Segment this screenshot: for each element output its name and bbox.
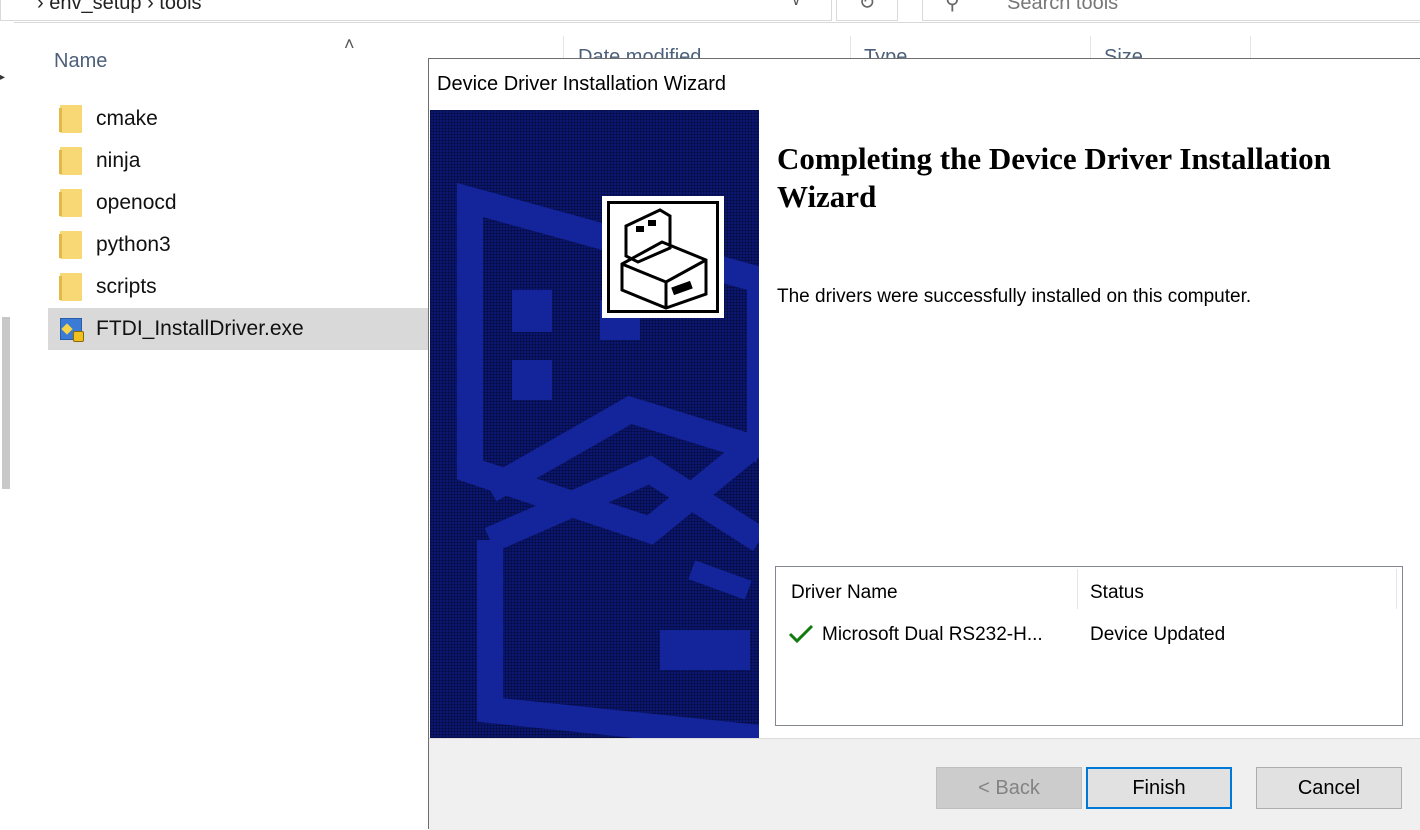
search-input[interactable]: ⚲ Search tools [922,0,1420,21]
file-name: openocd [96,191,177,214]
file-name: FTDI_InstallDriver.exe [96,317,304,340]
refresh-button[interactable]: ↻ [836,0,898,21]
column-header-status[interactable]: Status [1090,582,1144,604]
column-header-name-label: Name [54,50,108,72]
table-row[interactable]: Microsoft Dual RS232-H... Device Updated [776,619,1402,653]
hardware-driver-icon [602,196,724,318]
search-placeholder: Search tools [1007,0,1119,14]
file-row-ninja[interactable]: ninja [48,140,428,182]
file-row-python3[interactable]: python3 [48,224,428,266]
wizard-heading: Completing the Device Driver Installatio… [777,141,1331,214]
driver-status-cell: Device Updated [1090,624,1226,645]
wizard-banner [430,110,759,738]
navigation-pane[interactable]: ▸ [0,22,14,828]
refresh-icon: ↻ [858,0,876,14]
file-row-scripts[interactable]: scripts [48,266,428,308]
address-bar[interactable]: › env_setup › tools ∨ [0,0,832,21]
wizard-footer: < Back Finish Cancel [429,738,1420,830]
dialog-titlebar[interactable]: Device Driver Installation Wizard [429,59,1420,109]
wizard-message: The drivers were successfully installed … [777,286,1252,307]
sort-ascending-icon: ˄ [344,34,355,54]
driver-status-table[interactable]: Driver Name Status Microsoft Dual RS232-… [775,566,1403,726]
installer-icon [60,318,84,342]
file-name: scripts [96,275,157,298]
file-name: ninja [96,149,141,172]
chevron-down-icon[interactable]: ∨ [791,0,801,9]
driver-install-wizard-dialog: Device Driver Installation Wizard Comple… [428,58,1420,830]
wizard-content: Completing the Device Driver Installatio… [759,110,1420,738]
column-divider[interactable] [1396,569,1397,609]
back-button[interactable]: < Back [936,767,1082,809]
navigation-pane-scrollbar[interactable] [2,317,10,489]
file-name: python3 [96,233,171,256]
folder-icon [59,189,82,217]
finish-button[interactable]: Finish [1086,767,1232,809]
file-row-cmake[interactable]: cmake [48,98,428,140]
folder-icon [59,273,82,301]
check-icon [788,624,814,644]
file-row-ftdi-installdriver[interactable]: FTDI_InstallDriver.exe [48,308,428,350]
column-header-driver-name[interactable]: Driver Name [791,582,898,604]
file-list: cmake ninja openocd python3 scripts FTDI… [48,98,430,350]
search-icon: ⚲ [945,0,960,14]
dialog-title: Device Driver Installation Wizard [437,73,726,95]
breadcrumb[interactable]: › env_setup › tools [37,0,202,15]
folder-icon [59,105,82,133]
column-divider[interactable] [1077,569,1078,609]
folder-icon [59,231,82,259]
table-header: Driver Name Status [776,567,1402,613]
explorer-toolbar: › env_setup › tools ∨ ↻ ⚲ Search tools [0,0,1420,23]
cancel-button[interactable]: Cancel [1256,767,1402,809]
chevron-right-icon[interactable]: ▸ [0,72,5,83]
hardware-card-icon [610,204,716,310]
file-name: cmake [96,107,158,130]
driver-name-cell: Microsoft Dual RS232-H... [822,624,1043,645]
folder-icon [59,147,82,175]
file-row-openocd[interactable]: openocd [48,182,428,224]
